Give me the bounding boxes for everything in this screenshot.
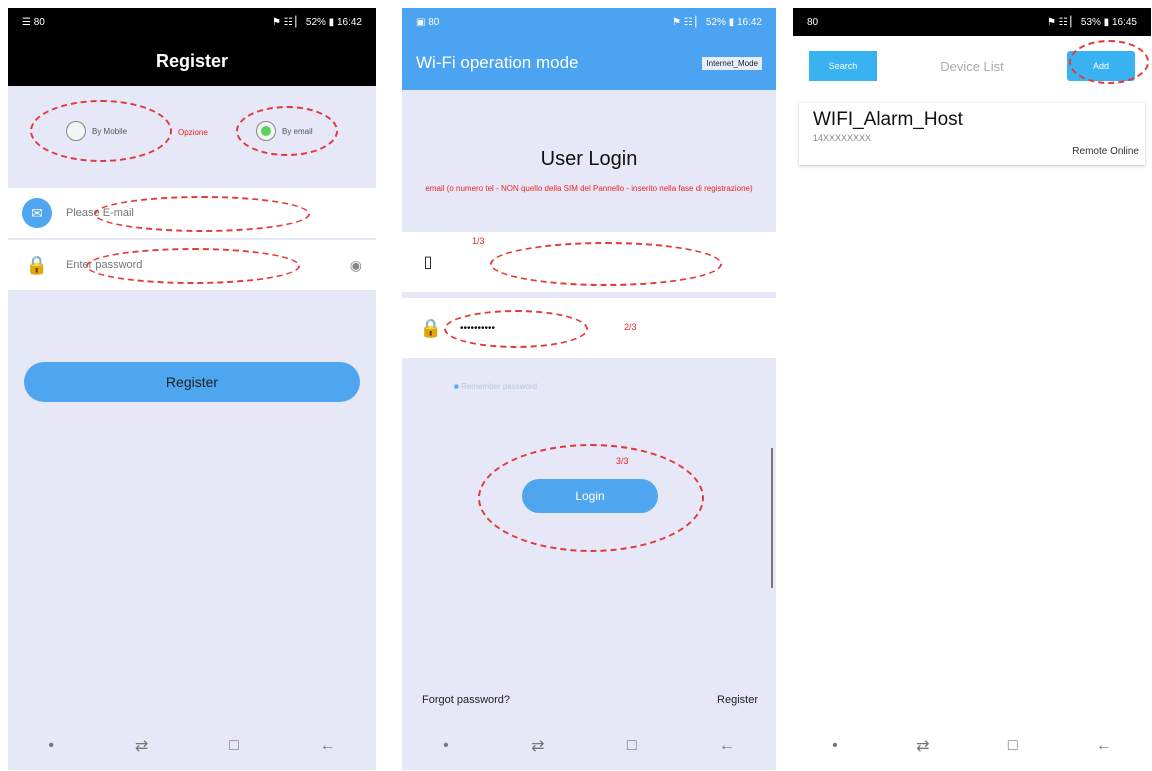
remember-password-checkbox[interactable]: ■ Remember password — [454, 382, 537, 391]
search-button[interactable]: Search — [809, 51, 877, 81]
recent-apps-icon[interactable]: ⇄ — [531, 736, 544, 756]
register-link[interactable]: Register — [717, 694, 758, 706]
device-name: WIFI_Alarm_Host — [813, 109, 963, 130]
device-status: Remote Online — [1072, 146, 1139, 157]
status-left: ☰ 80 — [22, 16, 45, 28]
home-icon[interactable]: □ — [229, 737, 239, 755]
home-icon[interactable]: □ — [1008, 737, 1018, 755]
username-row: ▯ — [402, 232, 776, 292]
radio-by-mobile[interactable]: By Mobile — [66, 121, 127, 141]
scrollbar[interactable] — [771, 448, 773, 588]
nav-bar: • ⇄ □ ← — [8, 722, 376, 770]
back-icon[interactable]: ← — [320, 737, 336, 755]
username-field[interactable] — [454, 256, 762, 268]
email-row: ✉ — [8, 188, 376, 238]
status-right: ⚑ ☷ ▏ 53% ▮ 16:45 — [1046, 16, 1137, 28]
status-bar: 80 ⚑ ☷ ▏ 53% ▮ 16:45 — [793, 8, 1151, 36]
device-list-screen: 80 ⚑ ☷ ▏ 53% ▮ 16:45 Search Device List … — [793, 8, 1151, 770]
bottom-links: Forgot password? Register — [422, 694, 758, 706]
page-title: Device List — [940, 58, 1004, 74]
status-bar: ☰ 80 ⚑ ☷ ▏ 52% ▮ 16:42 — [8, 8, 376, 36]
register-screen: ☰ 80 ⚑ ☷ ▏ 52% ▮ 16:42 Register By Mobil… — [8, 8, 376, 770]
lock-icon: 🔒 — [25, 254, 49, 275]
login-screen: ▣ 80 ⚑ ☷ ▏ 52% ▮ 16:42 Wi-Fi operation m… — [402, 8, 776, 770]
login-note: email (o numero tel - NON quello della S… — [425, 184, 753, 193]
eye-icon[interactable]: ◉ — [350, 257, 362, 274]
recent-apps-icon[interactable]: ⇄ — [916, 736, 929, 756]
step-2-note: 2/3 — [624, 322, 637, 332]
login-heading: User Login — [540, 148, 638, 170]
radio-by-email-label: By email — [282, 126, 313, 136]
register-method-options: By Mobile Opzione By email — [32, 106, 352, 156]
add-device-button[interactable]: Add — [1067, 51, 1135, 81]
password-field[interactable]: •••••••••• — [460, 323, 495, 334]
remember-password-label: Remember password — [461, 382, 538, 391]
phone-icon: ▯ — [423, 254, 433, 271]
nav-bar: • ⇄ □ ← — [402, 722, 776, 770]
page-title: Register — [8, 36, 376, 86]
status-left: 80 — [807, 16, 819, 28]
nav-dot-icon: • — [832, 737, 838, 754]
radio-by-email[interactable]: By email — [256, 121, 313, 141]
radio-by-mobile-label: By Mobile — [92, 126, 128, 136]
forgot-password-link[interactable]: Forgot password? — [422, 694, 510, 706]
step-1-note: 1/3 — [472, 236, 485, 246]
home-icon[interactable]: □ — [627, 737, 637, 755]
back-icon[interactable]: ← — [1096, 737, 1112, 755]
radio-unselected-icon — [66, 121, 86, 141]
register-button[interactable]: Register — [24, 362, 360, 402]
lock-icon: 🔒 — [419, 317, 443, 338]
nav-bar: • ⇄ □ ← — [793, 722, 1151, 770]
title-bar: Wi-Fi operation mode Internet_Mode — [402, 36, 776, 90]
nav-dot-icon: • — [443, 737, 449, 754]
status-right: ⚑ ☷ ▏ 52% ▮ 16:42 — [671, 16, 762, 28]
radio-selected-icon — [256, 121, 276, 141]
recent-apps-icon[interactable]: ⇄ — [135, 736, 148, 756]
status-bar: ▣ 80 ⚑ ☷ ▏ 52% ▮ 16:42 — [402, 8, 776, 36]
password-row: 🔒 •••••••••• — [402, 298, 776, 358]
status-left: ▣ 80 — [416, 16, 440, 28]
status-right: ⚑ ☷ ▏ 52% ▮ 16:42 — [271, 16, 362, 28]
login-button[interactable]: Login — [522, 479, 658, 513]
nav-dot-icon: • — [48, 737, 55, 754]
device-list-header: Search Device List Add — [793, 36, 1151, 96]
mail-icon: ✉ — [22, 198, 52, 228]
device-list-item[interactable]: WIFI_Alarm_Host 14XXXXXXXX Remote Online — [799, 103, 1145, 165]
device-id: 14XXXXXXXX — [813, 133, 872, 143]
page-title: Wi-Fi operation mode — [416, 53, 579, 72]
back-icon[interactable]: ← — [719, 737, 735, 755]
step-3-note: 3/3 — [616, 456, 629, 466]
mode-label[interactable]: Internet_Mode — [702, 56, 762, 70]
password-field[interactable] — [66, 259, 336, 271]
password-row: 🔒 ◉ — [8, 240, 376, 290]
option-note: Opzione — [178, 128, 208, 137]
email-field[interactable] — [66, 207, 362, 219]
